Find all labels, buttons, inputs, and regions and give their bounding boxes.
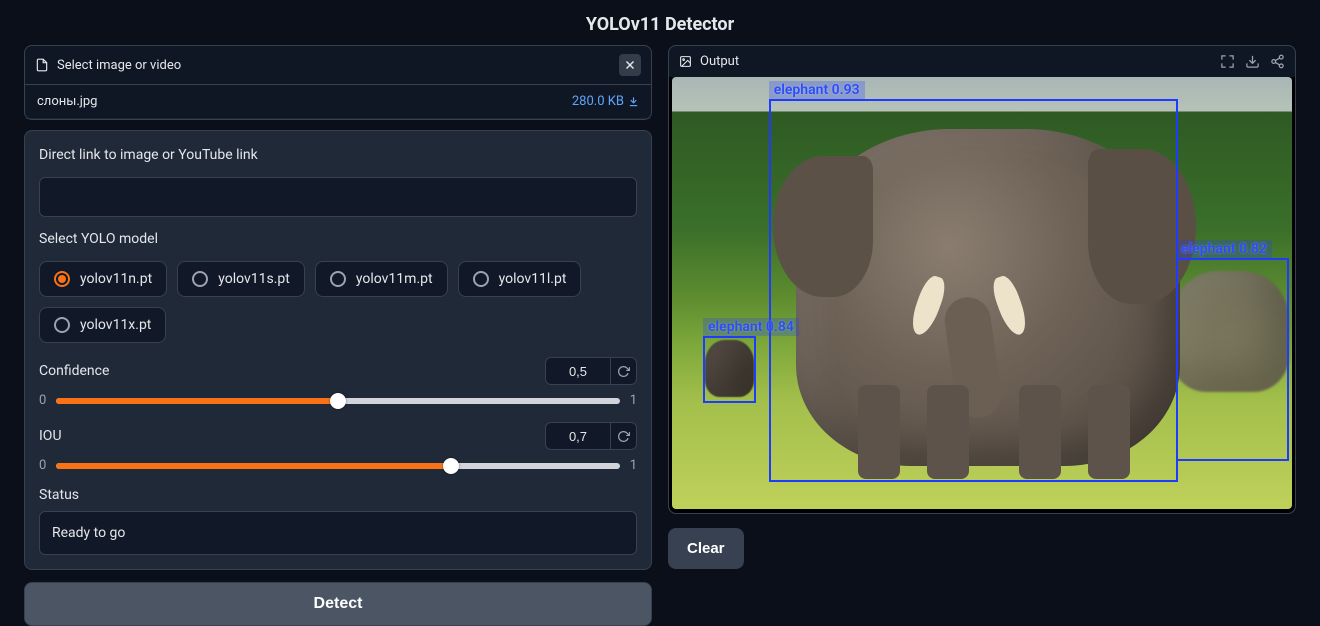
file-picker-label: Select image or video [57, 58, 181, 73]
iou-max: 1 [630, 458, 637, 473]
iou-slider-block: IOU 0 1 [39, 422, 637, 473]
radio-dot-icon [54, 271, 70, 287]
model-option-yolov11s-pt[interactable]: yolov11s.pt [177, 261, 305, 297]
page-title: YOLOv11 Detector [0, 0, 1320, 45]
status-value: Ready to go [39, 511, 637, 555]
detection-label: elephant 0.93 [769, 81, 865, 99]
output-image: elephant 0.93elephant 0.82elephant 0.84 [672, 77, 1292, 509]
radio-dot-icon [54, 317, 70, 333]
iou-min: 0 [39, 458, 46, 473]
model-option-label: yolov11l.pt [499, 271, 567, 287]
output-label: Output [700, 54, 739, 69]
confidence-slider[interactable] [56, 398, 619, 404]
status-label: Status [39, 487, 637, 503]
model-option-label: yolov11s.pt [218, 271, 290, 287]
model-radio-group: yolov11n.pt yolov11s.pt yolov11m.pt yolov11… [39, 261, 637, 343]
uploaded-file-row: слоны.jpg 280.0 KB [25, 85, 651, 119]
clear-button[interactable]: Clear [668, 528, 744, 569]
detection-box: elephant 0.93 [769, 99, 1178, 481]
confidence-slider-block: Confidence 0 1 [39, 357, 637, 408]
detection-box: elephant 0.84 [703, 336, 756, 403]
download-icon [628, 96, 639, 107]
link-input[interactable] [39, 177, 637, 217]
link-label: Direct link to image or YouTube link [39, 147, 637, 163]
uploaded-file-name: слоны.jpg [37, 94, 97, 109]
confidence-reset-button[interactable] [610, 358, 636, 384]
output-panel: Output [668, 45, 1296, 514]
uploaded-file-size[interactable]: 280.0 KB [572, 94, 639, 109]
iou-reset-button[interactable] [610, 423, 636, 449]
fullscreen-icon[interactable] [1220, 54, 1235, 69]
detection-label: elephant 0.82 [1176, 240, 1272, 258]
file-clear-button[interactable] [619, 54, 641, 76]
share-icon[interactable] [1270, 54, 1285, 69]
confidence-label: Confidence [39, 363, 109, 379]
radio-dot-icon [192, 271, 208, 287]
model-option-yolov11l-pt[interactable]: yolov11l.pt [458, 261, 582, 297]
file-panel: Select image or video слоны.jpg 280.0 KB [24, 45, 652, 120]
model-option-yolov11x-pt[interactable]: yolov11x.pt [39, 307, 166, 343]
model-option-yolov11n-pt[interactable]: yolov11n.pt [39, 261, 167, 297]
model-option-label: yolov11n.pt [80, 271, 152, 287]
radio-dot-icon [473, 271, 489, 287]
confidence-max: 1 [630, 393, 637, 408]
detection-label: elephant 0.84 [703, 318, 799, 336]
model-option-label: yolov11m.pt [356, 271, 433, 287]
iou-slider[interactable] [56, 463, 619, 469]
file-icon [35, 58, 49, 72]
model-option-yolov11m-pt[interactable]: yolov11m.pt [315, 261, 448, 297]
iou-value-input[interactable] [546, 423, 610, 449]
iou-label: IOU [39, 428, 62, 444]
detect-button[interactable]: Detect [24, 582, 652, 626]
confidence-min: 0 [39, 393, 46, 408]
file-picker[interactable]: Select image or video [35, 58, 181, 73]
controls-panel: Direct link to image or YouTube link Sel… [24, 130, 652, 570]
image-icon [679, 55, 692, 68]
confidence-value-input[interactable] [546, 358, 610, 384]
detection-box: elephant 0.82 [1176, 258, 1289, 461]
model-label: Select YOLO model [39, 231, 637, 247]
download-output-icon[interactable] [1245, 54, 1260, 69]
model-option-label: yolov11x.pt [80, 317, 151, 333]
radio-dot-icon [330, 271, 346, 287]
